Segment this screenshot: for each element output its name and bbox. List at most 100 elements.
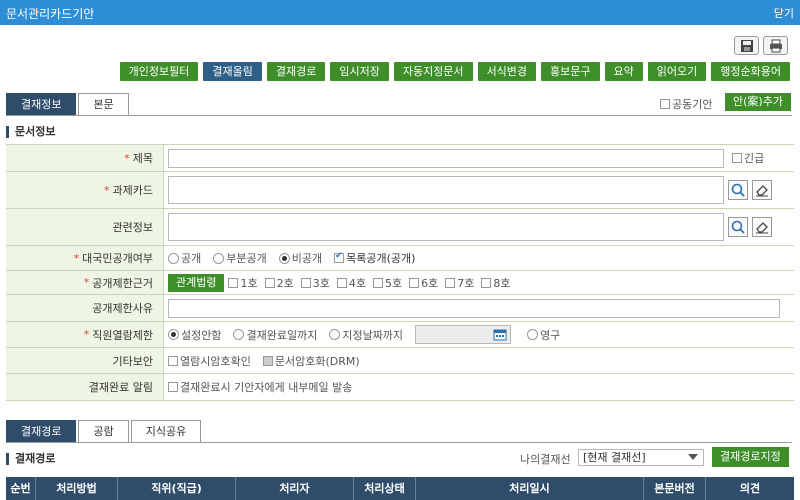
col-handler: 처리자	[236, 477, 354, 500]
task-search-button[interactable]	[728, 180, 748, 200]
row-title: * 제목 긴급	[6, 145, 794, 172]
temp-save-button[interactable]: 임시저장	[330, 62, 389, 81]
col-seq: 순번	[6, 477, 36, 500]
title-label: * 제목	[6, 145, 164, 171]
route-table-header: 순번 처리방법 직위(직급) 처리자 처리상태 처리일시 본문버전 의견	[6, 477, 794, 500]
doc-info-form: * 제목 긴급 * 과제카드 관련정보 * 대국민공개여부 공개 부분공개 비공…	[6, 144, 794, 401]
joint-draft-checkbox[interactable]: 공동기안	[660, 96, 712, 112]
restrict-basis-label: * 공개제한근거	[6, 271, 164, 294]
auto-designate-doc-button[interactable]: 자동지정문서	[393, 62, 473, 81]
tab-body[interactable]: 본문	[78, 93, 129, 115]
law-button[interactable]: 관계법령	[168, 273, 225, 292]
joint-draft-label: 공동기안	[672, 98, 713, 111]
my-line-label: 나의결재선	[520, 453, 571, 466]
restrict-reason-label: 공개제한사유	[6, 295, 164, 321]
row-restrict-reason: 공개제한사유	[6, 295, 794, 322]
privacy-filter-button[interactable]: 개인정보필터	[119, 62, 199, 81]
chevron-down-icon	[688, 454, 698, 460]
clause-1[interactable]: 1호	[228, 275, 258, 291]
public-option-closed[interactable]: 비공개	[278, 250, 322, 266]
staff-option-until-complete[interactable]: 결재완료일까지	[233, 327, 317, 343]
tab-divider	[6, 115, 792, 116]
top-tabs: 결재정보 본문	[6, 93, 131, 115]
public-option-partial[interactable]: 부분공개	[213, 250, 267, 266]
window-titlebar: 문서관리카드기안 닫기	[0, 0, 800, 25]
change-form-button[interactable]: 서식변경	[477, 62, 537, 81]
col-status: 처리상태	[354, 477, 416, 500]
doc-info-title: 문서정보	[6, 126, 55, 138]
row-staff-restrict: * 직원열람제한 설정안함 결재완료일까지 지정날짜까지 영구	[6, 322, 794, 348]
clause-5[interactable]: 5호	[372, 275, 402, 291]
add-plan-button[interactable]: 안(案)추가	[725, 93, 791, 111]
close-button[interactable]: 닫기	[774, 5, 794, 21]
print-button[interactable]	[763, 36, 788, 55]
date-input[interactable]	[415, 325, 512, 344]
public-option-open[interactable]: 공개	[168, 250, 201, 266]
tab-approval-info[interactable]: 결재정보	[6, 93, 77, 115]
summary-button[interactable]: 요약	[604, 62, 643, 81]
task-clear-button[interactable]	[752, 180, 772, 200]
search-icon	[731, 183, 745, 197]
clause-6[interactable]: 6호	[409, 275, 438, 291]
doc-encrypt-checkbox[interactable]: 문서암호화(DRM)	[262, 353, 360, 369]
related-info-input[interactable]	[168, 213, 724, 241]
col-version: 본문버전	[644, 477, 706, 500]
related-clear-button[interactable]	[752, 217, 772, 237]
row-public: *대국민공개여부 공개 부분공개 비공개 목록공개(공개)	[6, 246, 794, 271]
clause-3[interactable]: 3호	[300, 275, 330, 291]
my-line-value: [현재 결재선]	[583, 451, 646, 464]
task-card-input[interactable]	[168, 176, 724, 204]
col-position: 직위(직급)	[118, 477, 236, 500]
list-public-checkbox[interactable]: 목록공개(공개)	[334, 250, 415, 266]
clause-2[interactable]: 2호	[264, 275, 294, 291]
save-icon	[741, 40, 753, 52]
clause-7[interactable]: 7호	[445, 275, 474, 291]
joint-draft-box[interactable]	[660, 99, 670, 109]
approval-route-title: 결재경로	[6, 453, 55, 465]
search-icon	[731, 220, 745, 234]
col-opinion: 의견	[739, 482, 761, 495]
row-restrict-basis: * 공개제한근거 관계법령 1호 2호 3호 4호 5호 6호 7호 8호	[6, 271, 794, 295]
col-method: 처리방법	[36, 477, 118, 500]
eraser-icon	[756, 185, 768, 197]
staff-option-none[interactable]: 설정안함	[168, 327, 221, 343]
row-etc-security: 기타보안 열람시암호확인 문서암호화(DRM)	[6, 348, 794, 374]
submit-approval-button[interactable]: 결재올림	[203, 62, 262, 81]
promo-text-button[interactable]: 홍보문구	[541, 62, 600, 81]
staff-option-until-date[interactable]: 지정날짜까지	[329, 327, 403, 343]
urgent-box[interactable]	[732, 153, 742, 163]
row-related-info: 관련정보	[6, 209, 794, 246]
calendar-icon[interactable]	[493, 328, 507, 341]
public-label: * 대국민공개여부	[6, 246, 164, 270]
tab-circulation[interactable]: 공람	[78, 420, 129, 442]
bottom-tab-divider	[6, 442, 792, 443]
clause-8[interactable]: 8호	[481, 275, 510, 291]
staff-restrict-label: * 직원열람제한	[6, 322, 164, 347]
title-input[interactable]	[168, 148, 724, 168]
action-toolbar: 개인정보필터 결재올림 결재경로 임시저장 자동지정문서 서식변경 홍보문구 요…	[107, 62, 790, 82]
admin-terms-button[interactable]: 행정순화용어	[711, 62, 790, 81]
row-approval-alert: 결재완료 알림 결재완료시 기안자에게 내부메일 발송	[6, 374, 794, 401]
window-title: 문서관리카드기안	[6, 7, 95, 21]
bottom-tabs: 결재경로 공람 지식공유	[6, 420, 203, 442]
clause-4[interactable]: 4호	[336, 275, 366, 291]
tab-approval-route[interactable]: 결재경로	[6, 420, 77, 442]
print-icon	[770, 39, 782, 53]
col-datetime: 처리일시	[416, 477, 644, 500]
my-line-select[interactable]: [현재 결재선]	[578, 449, 704, 466]
restrict-reason-input[interactable]	[168, 298, 780, 318]
staff-option-permanent[interactable]: 영구	[527, 327, 560, 343]
approval-alert-label: 결재완료 알림	[6, 374, 164, 400]
task-card-label: * 과제카드	[6, 172, 164, 208]
related-info-label: 관련정보	[6, 209, 164, 245]
related-search-button[interactable]	[728, 217, 748, 237]
load-button[interactable]: 읽어오기	[647, 62, 707, 81]
read-password-checkbox[interactable]: 열람시암호확인	[168, 353, 251, 369]
approval-alert-checkbox[interactable]: 결재완료시 기안자에게 내부메일 발송	[168, 379, 352, 395]
designate-route-button[interactable]: 결재경로지정	[712, 447, 789, 467]
tab-knowledge-share[interactable]: 지식공유	[130, 420, 202, 442]
approval-route-button[interactable]: 결재경로	[266, 62, 326, 81]
urgent-checkbox[interactable]: 긴급	[732, 150, 764, 166]
eraser-icon	[756, 222, 768, 234]
save-button[interactable]	[734, 36, 759, 55]
